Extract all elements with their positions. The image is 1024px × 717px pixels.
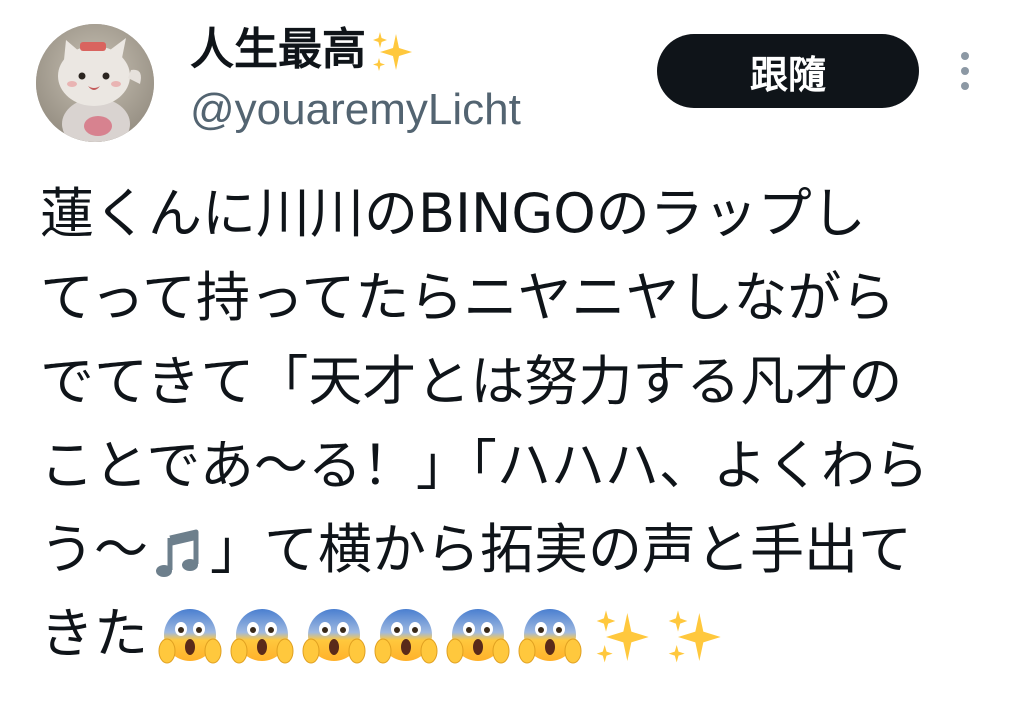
face-screaming-in-fear-icon — [230, 605, 294, 669]
tweet-line: う〜 」て横から拓実の声と手出て — [40, 508, 1000, 592]
plush-cat-avatar-icon — [36, 24, 154, 142]
face-screaming-in-fear-icon — [518, 605, 582, 669]
sparkles-icon — [662, 605, 726, 669]
display-name[interactable]: 人生最高 — [190, 22, 416, 78]
tweet-line: でてきて「天才とは努力する凡才の — [40, 350, 903, 413]
tweet-line: きた — [40, 592, 1000, 676]
tweet-line: ことであ〜る！」「ハハハ、よくわら — [40, 434, 929, 497]
more-vertical-icon-dot — [961, 67, 969, 75]
sparkles-icon — [590, 605, 654, 669]
tweet-line-prefix: きた — [40, 602, 148, 665]
face-screaming-in-fear-icon — [302, 605, 366, 669]
tweet-line: 蓮くんに川川のBINGOのラップし — [40, 182, 866, 245]
avatar[interactable] — [36, 24, 154, 142]
sparkles-icon — [368, 28, 416, 76]
musical-notes-icon — [150, 524, 208, 582]
face-screaming-in-fear-icon — [158, 605, 222, 669]
tweet-body: 蓮くんに川川のBINGOのラップし てって持ってたらニヤニヤしながら でてきて「… — [40, 172, 1000, 676]
face-screaming-in-fear-icon — [446, 605, 510, 669]
more-vertical-icon-dot — [961, 52, 969, 60]
user-handle[interactable]: @youaremyLicht — [190, 82, 521, 138]
display-name-text: 人生最高 — [190, 24, 366, 75]
tweet-line: てって持ってたらニヤニヤしながら — [40, 266, 896, 329]
tweet-line-rest: 」て横から拓実の声と手出て — [210, 518, 912, 581]
more-vertical-icon-dot — [961, 82, 969, 90]
emoji-row — [158, 605, 726, 669]
tweet-line-prefix: う〜 — [40, 518, 148, 581]
follow-button[interactable]: 跟隨 — [657, 34, 919, 108]
face-screaming-in-fear-icon — [374, 605, 438, 669]
more-options-button[interactable] — [950, 46, 980, 96]
